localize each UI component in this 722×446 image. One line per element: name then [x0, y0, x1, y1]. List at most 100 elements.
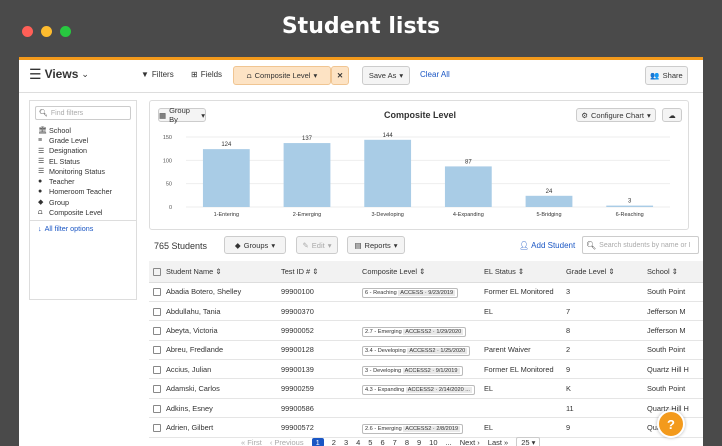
cell-test-id: 99900128 [277, 340, 358, 361]
column-header-el-status[interactable]: EL Status ⇕ [480, 261, 562, 283]
sidebar-item-school[interactable]: 🏛︎ School [30, 125, 136, 135]
row-checkbox[interactable] [153, 365, 161, 374]
bar-value-label: 3 [628, 199, 632, 205]
page-size-value: 25 [521, 437, 530, 446]
page-link[interactable]: 9 [417, 438, 421, 446]
level-text: 3 - Developing [365, 367, 402, 374]
save-as-button[interactable]: Save As ▾ [362, 66, 410, 85]
download-chart-button[interactable]: ☁ [662, 108, 682, 122]
page-link[interactable]: 3 [344, 438, 348, 446]
filters-button[interactable]: ▼ Filters [141, 70, 174, 79]
page-link[interactable]: 10 [429, 438, 437, 446]
filter-search-placeholder: Find filters [50, 109, 84, 117]
bar[interactable] [283, 143, 331, 207]
sidebar-item-homeroom-teacher[interactable]: ● Homeroom Teacher [30, 187, 136, 197]
next-page-link[interactable]: Next › [460, 438, 480, 446]
bar[interactable] [364, 139, 412, 207]
select-all-checkbox[interactable] [153, 267, 161, 276]
row-checkbox[interactable] [153, 423, 161, 432]
cell-composite-level [358, 301, 480, 322]
reports-button[interactable]: ▤ Reports ▾ [347, 236, 405, 254]
bar[interactable] [525, 195, 573, 207]
row-checkbox[interactable] [153, 307, 161, 316]
table-row[interactable]: Adamski, Carlos 99900259 4.3 - Expanding A… [149, 378, 703, 399]
student-count: 765 Students [154, 241, 208, 251]
page-size-select[interactable]: 25 ▾ [516, 436, 541, 446]
last-page-link[interactable]: Last » [488, 438, 508, 446]
composite-level-tag: 2.7 - Emerging ACCESS2 · 1/29/2020 [362, 326, 467, 337]
row-checkbox[interactable] [153, 385, 161, 394]
bar[interactable] [202, 149, 250, 207]
page-link-current[interactable]: 1 [311, 437, 324, 446]
previous-page-link[interactable]: ‹ Previous [270, 438, 304, 446]
table-row[interactable]: Adrien, Gilbert 99900572 2.6 - Emerging AC… [149, 417, 703, 438]
student-name: Adkins, Esney [166, 403, 213, 413]
row-checkbox[interactable] [153, 346, 161, 355]
cell-el-status: Former EL Monitored [480, 282, 562, 302]
column-header-grade-level[interactable]: Grade Level ⇕ [562, 261, 643, 283]
configure-chart-button[interactable]: ⚙ Configure Chart ▾ [576, 108, 656, 122]
clear-all-link[interactable]: Clear All [420, 70, 450, 79]
page-link[interactable]: 5 [368, 438, 372, 446]
access-test-text: ACCESS2 · 2/14/2020 ... [405, 387, 472, 394]
access-test-text: ACCESS2 · 1/25/2020 [407, 348, 468, 355]
filter-search-input[interactable]: 🔍︎ Find filters [35, 106, 131, 120]
table-row[interactable]: Abeyta, Victoria 99900052 2.7 - Emerging A… [149, 320, 703, 341]
help-button[interactable]: ? [657, 410, 685, 438]
cell-el-status: EL [480, 301, 562, 322]
row-checkbox[interactable] [153, 327, 161, 335]
table-row[interactable]: Adkins, Esney 99900586 11 Quartz Hill H [149, 398, 703, 419]
column-header-composite-level[interactable]: Composite Level ⇕ [358, 261, 480, 283]
sidebar-item-group[interactable]: ◆ Group [30, 197, 136, 207]
bar[interactable] [606, 205, 654, 207]
sidebar-item-label: Grade Level [49, 135, 89, 145]
column-header-test-id[interactable]: Test ID # ⇕ [277, 261, 358, 283]
page-link[interactable]: 8 [405, 438, 409, 446]
level-text: 2.6 - Emerging [365, 425, 402, 432]
chevron-down-icon: ⌄ [81, 68, 89, 79]
cell-test-id: 99900259 [277, 378, 358, 399]
sidebar-item-grade-level[interactable]: ≡ Grade Level [30, 135, 136, 145]
active-filter-chip[interactable]: ⩍ Composite Level ▾ [233, 66, 331, 85]
sidebar-item-el-status[interactable]: ☰ EL Status [30, 156, 136, 166]
x-tick-label: 1-Entering [214, 212, 239, 218]
page-link[interactable]: 7 [393, 438, 397, 446]
sidebar-item-designation[interactable]: ☰ Designation [30, 146, 136, 156]
chart-icon: ⩍ [246, 70, 252, 80]
cell-el-status: Former EL Monitored [480, 359, 562, 380]
page-link[interactable]: 2 [332, 438, 336, 446]
fields-button[interactable]: ⊞ Fields [191, 70, 222, 79]
cell-name: Accius, Julian [149, 359, 277, 380]
table-row[interactable]: Abreu, Fredlande 99900128 3.4 - Developing… [149, 340, 703, 361]
groups-button[interactable]: ◆ Groups ▾ [224, 236, 286, 254]
table-row[interactable]: Abadia Botero, Shelley 99900100 6 - Reachi… [149, 282, 703, 302]
composite-level-tag: 4.3 - Expanding ACCESS2 · 2/14/2020 ... [362, 385, 475, 396]
row-checkbox[interactable] [153, 404, 161, 413]
column-header-school[interactable]: School ⇕ [643, 261, 703, 283]
sort-icon: ⇕ [215, 266, 222, 276]
remove-filter-button[interactable]: ✕ [331, 66, 349, 85]
row-checkbox[interactable] [153, 288, 161, 297]
sidebar-item-monitoring-status[interactable]: ☰ Monitoring Status [30, 166, 136, 176]
caret-down-icon: ▾ [313, 71, 318, 80]
table-row[interactable]: Abdullahu, Tania 99900370 EL 7 Jefferson M [149, 301, 703, 322]
sidebar-item-composite-level[interactable]: ⩍ Composite Level [30, 207, 136, 217]
first-page-link[interactable]: « First [241, 438, 262, 446]
bar[interactable] [444, 166, 492, 207]
add-student-link[interactable]: 👤︎ Add Student [519, 241, 575, 250]
caret-down-icon: ▾ [327, 240, 332, 250]
cell-el-status [480, 320, 562, 341]
sidebar-item-teacher[interactable]: ● Teacher [30, 176, 136, 186]
list-icon: ☰ [38, 168, 45, 176]
all-filter-options-link[interactable]: ↓ All filter options [30, 219, 136, 233]
page-link[interactable]: 6 [380, 438, 384, 446]
share-button[interactable]: 👥 Share [645, 66, 688, 85]
student-search-input[interactable]: 🔍︎ Search students by name or I [582, 236, 699, 254]
column-header-name[interactable]: Student Name ⇕ [149, 261, 277, 283]
views-menu[interactable]: ☰ Views ⌄ [29, 67, 89, 81]
page-link[interactable]: 4 [356, 438, 360, 446]
table-row[interactable]: Accius, Julian 99900139 3 - Developing ACC… [149, 359, 703, 380]
cell-grade-level: 3 [562, 282, 643, 302]
edit-button[interactable]: ✎ Edit ▾ [296, 236, 338, 254]
composite-level-tag: 3 - Developing ACCESS2 · 9/1/2019 [362, 365, 463, 376]
